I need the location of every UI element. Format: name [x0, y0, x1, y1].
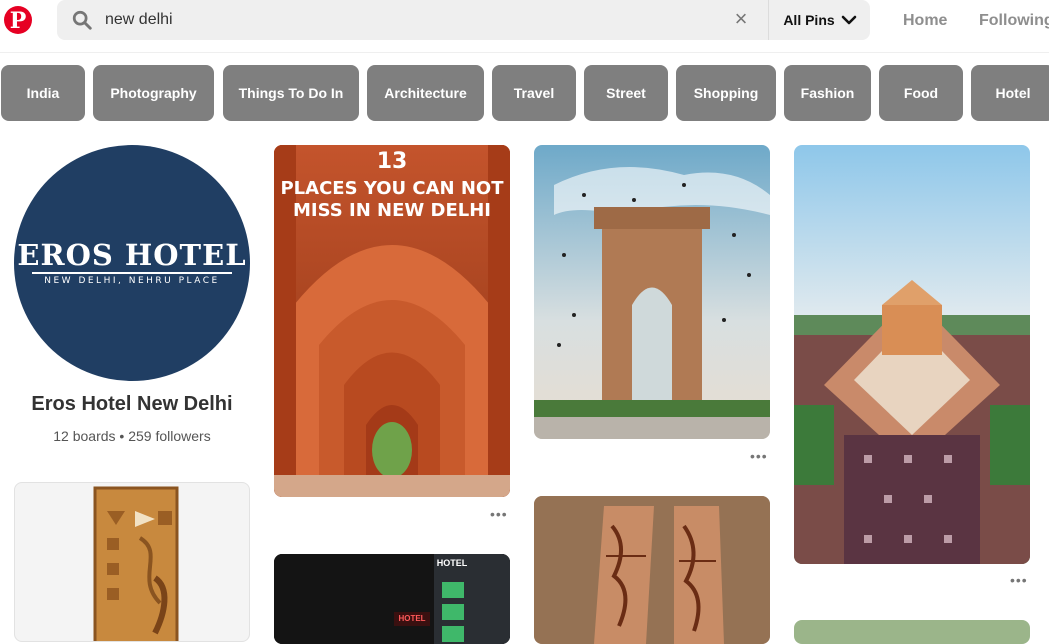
chip-street[interactable]: Street: [584, 65, 668, 121]
search-scope-dropdown[interactable]: All Pins: [770, 0, 870, 40]
pinterest-logo-icon[interactable]: P: [4, 6, 32, 34]
profile-name[interactable]: Eros Hotel New Delhi: [0, 393, 264, 416]
mehndi-feet-image: [534, 496, 770, 644]
brand-logo-title: EROS HOTEL: [17, 238, 247, 272]
pin-more-options-icon[interactable]: •••: [1010, 572, 1028, 588]
pin-overlay-line-1: PLACES YOU CAN NOT: [280, 178, 504, 199]
pin-more-options-icon[interactable]: •••: [490, 506, 508, 522]
guided-search-chips: India Photography Things To Do In Archit…: [0, 65, 1049, 121]
clear-search-icon[interactable]: ×: [730, 7, 752, 31]
nav-following[interactable]: Following: [979, 12, 1049, 30]
hotel-sign-top: HOTEL: [436, 558, 468, 568]
chip-travel[interactable]: Travel: [492, 65, 576, 121]
pin-trees-partial[interactable]: [794, 620, 1030, 644]
profile-avatar[interactable]: EROS HOTEL NEW DELHI, NEHRU PLACE: [14, 145, 250, 381]
akshardham-image: [794, 145, 1030, 564]
chip-food[interactable]: Food: [879, 65, 963, 121]
nav-home[interactable]: Home: [903, 12, 947, 30]
search-input[interactable]: new delhi: [105, 11, 173, 29]
night-hotel-image: [274, 554, 510, 644]
hotel-sign-neon: HOTEL: [398, 614, 426, 623]
chip-fashion[interactable]: Fashion: [784, 65, 871, 121]
pin-night-hotel[interactable]: HOTEL HOTEL: [274, 554, 510, 644]
chip-hotel[interactable]: Hotel: [971, 65, 1049, 121]
chip-india[interactable]: India: [1, 65, 85, 121]
search-scope-label: All Pins: [783, 12, 835, 28]
wooden-door-image: [93, 486, 179, 641]
pin-overlay-line-2: MISS IN NEW DELHI: [293, 200, 491, 221]
pin-mehndi-feet[interactable]: [534, 496, 770, 644]
pin-akshardham-temple[interactable]: [794, 145, 1030, 564]
pin-red-fort-arches[interactable]: 13 PLACES YOU CAN NOT MISS IN NEW DELHI: [274, 145, 510, 497]
india-gate-image: [534, 145, 770, 439]
brand-logo-rule: [32, 272, 232, 274]
top-header: P new delhi × All Pins Home Following: [0, 0, 1049, 53]
pin-overlay-number: 13: [376, 149, 408, 174]
chip-architecture[interactable]: Architecture: [367, 65, 484, 121]
brand-logo-subtitle: NEW DELHI, NEHRU PLACE: [44, 276, 220, 286]
search-bar[interactable]: new delhi × All Pins: [57, 0, 870, 40]
search-icon: [72, 10, 92, 30]
search-divider: [768, 0, 769, 40]
pin-wooden-door[interactable]: [14, 482, 250, 642]
pin-more-options-icon[interactable]: •••: [750, 448, 768, 464]
pin-india-gate[interactable]: [534, 145, 770, 439]
chevron-down-icon: [841, 15, 856, 25]
chip-shopping[interactable]: Shopping: [676, 65, 776, 121]
chip-things-to-do-in[interactable]: Things To Do In: [223, 65, 359, 121]
chip-photography[interactable]: Photography: [93, 65, 214, 121]
profile-stats: 12 boards • 259 followers: [53, 428, 211, 444]
